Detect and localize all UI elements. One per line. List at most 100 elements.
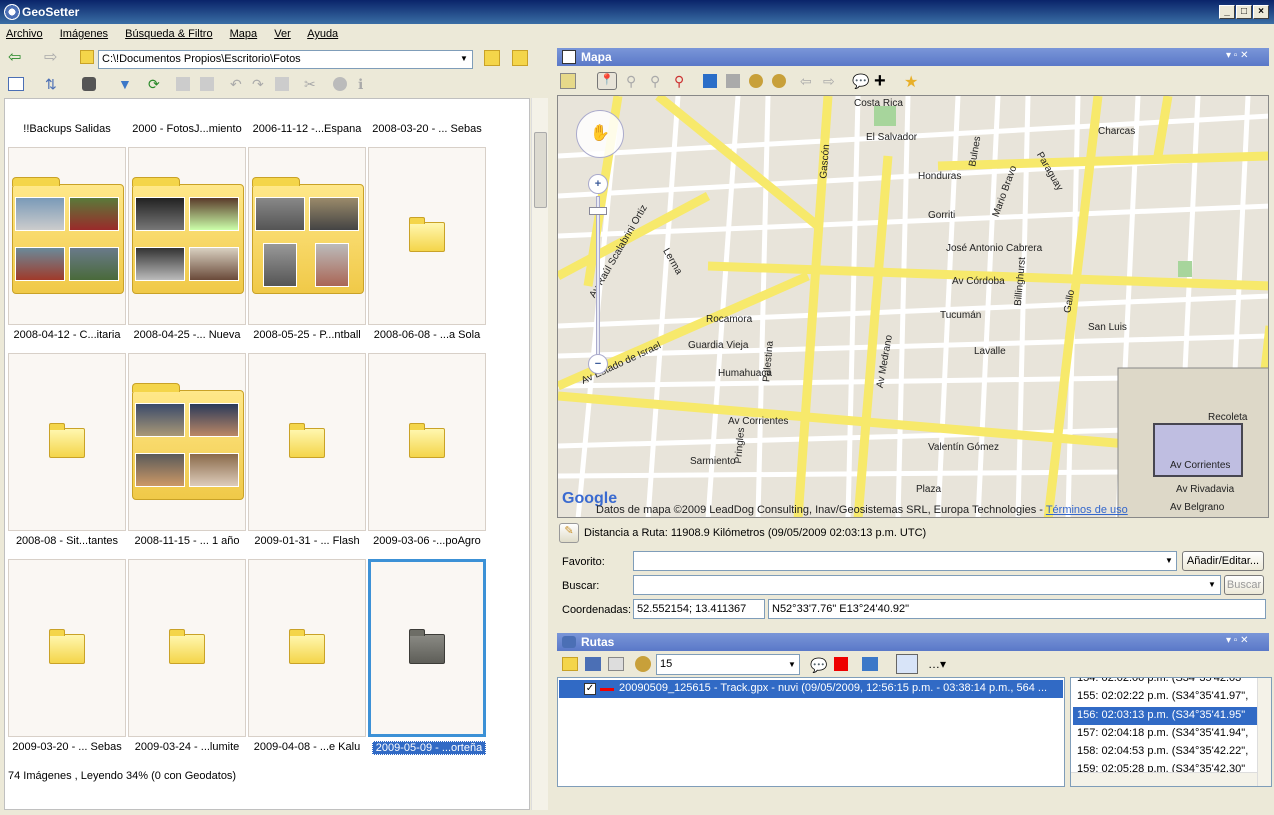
zoom-dropdown-icon[interactable]: ▼ [788, 660, 796, 669]
menu-mapa[interactable]: Mapa [230, 28, 258, 40]
folder-caption[interactable]: 2009-04-08 - ...e Kalu [245, 741, 369, 753]
save-route-icon[interactable] [585, 657, 601, 671]
marker-red-icon[interactable]: ⚲ [674, 73, 684, 90]
search-location-icon[interactable] [749, 74, 763, 88]
prev-arrow-icon[interactable]: ⇦ [800, 73, 812, 90]
folder-caption-selected[interactable]: 2009-05-09 - ...orteña [372, 741, 486, 755]
route-checkbox[interactable]: ✓ [584, 683, 596, 695]
cut-icon[interactable]: ✂ [304, 77, 318, 91]
stop-record-icon[interactable] [834, 657, 848, 671]
zoom-slider-thumb[interactable] [589, 207, 607, 215]
new-folder-icon[interactable] [512, 50, 528, 66]
comment-icon[interactable]: 💬 [810, 657, 827, 674]
menu-imagenes[interactable]: Imágenes [60, 28, 108, 40]
folder-thumbnail[interactable] [248, 147, 366, 325]
info-icon[interactable]: ℹ [358, 77, 364, 91]
tag-gray-icon[interactable] [726, 74, 740, 88]
folder-caption[interactable]: 2009-01-31 - ... Flash [245, 535, 369, 547]
zoom-route-icon[interactable] [635, 656, 651, 672]
folder-caption[interactable]: 2008-04-25 -... Nueva [125, 329, 249, 341]
open-route-icon[interactable] [562, 657, 578, 671]
path-input[interactable]: C:\!Documentos Propios\Escritorio\Fotos [98, 50, 473, 69]
folder-caption[interactable]: 2008-11-15 - ... 1 año [125, 535, 249, 547]
thumbnail-scrollbar[interactable] [531, 98, 548, 810]
split-view-icon[interactable] [896, 654, 918, 674]
folder-caption[interactable]: 2009-03-20 - ... Sebas [5, 741, 129, 753]
pan-control-icon[interactable]: ✋ [576, 110, 624, 158]
forward-arrow-icon[interactable]: ⇨ [44, 50, 60, 66]
track-point[interactable]: 154: 02:02:00 p.m. (S34°35'42.03" [1073, 678, 1257, 688]
track-point[interactable]: 157: 02:04:18 p.m. (S34°35'41.94", [1073, 725, 1257, 743]
back-arrow-icon[interactable]: ⇦ [8, 50, 24, 66]
save-icon[interactable] [275, 77, 289, 91]
route-action-icon[interactable] [862, 657, 878, 671]
path-dropdown-icon[interactable]: ▼ [460, 54, 468, 63]
folder-thumbnail[interactable] [128, 353, 246, 531]
favorito-dropdown-icon[interactable]: ▼ [1165, 556, 1173, 565]
map-view[interactable]: Costa Rica El Salvador Honduras Gorriti … [557, 95, 1269, 518]
marker-gray-icon[interactable]: ⚲ [626, 73, 636, 90]
route-settings-icon[interactable] [608, 657, 624, 671]
refresh-icon[interactable]: ⟳ [148, 77, 162, 91]
menu-ver[interactable]: Ver [274, 28, 291, 40]
minimize-button[interactable]: _ [1219, 5, 1235, 19]
folder-thumbnail[interactable] [8, 353, 126, 531]
folder-thumbnail[interactable] [368, 147, 486, 325]
pencil-icon[interactable]: ✎ [559, 523, 579, 543]
terms-link[interactable]: Términos de uso [1046, 504, 1128, 516]
search-button[interactable]: Buscar [1224, 575, 1264, 595]
scroll-thumb[interactable] [534, 132, 547, 208]
folder-thumbnail-selected[interactable] [368, 559, 486, 737]
folder-caption[interactable]: 2009-03-24 - ...lumite [125, 741, 249, 753]
redo-icon[interactable]: ↷ [252, 77, 266, 91]
more-options-icon[interactable]: …▾ [928, 657, 946, 671]
folder-caption[interactable]: 2000 - FotosJ...miento [125, 123, 249, 135]
favorito-select[interactable] [633, 551, 1177, 571]
panel-menu-icon[interactable]: ▾ ▫ ✕ [1226, 50, 1249, 61]
menu-archivo[interactable]: Archivo [6, 28, 43, 40]
points-hscrollbar[interactable] [1071, 772, 1257, 786]
crosshair-icon[interactable]: + [874, 70, 886, 93]
zoom-level-select[interactable]: 15 [656, 654, 800, 675]
folder-caption[interactable]: 2008-06-08 - ...a Sola [365, 329, 489, 341]
folder-thumbnail[interactable] [368, 353, 486, 531]
buscar-dropdown-icon[interactable]: ▼ [1208, 580, 1216, 589]
folder-thumbnail[interactable] [248, 353, 366, 531]
menu-busqueda[interactable]: Búsqueda & Filtro [125, 28, 212, 40]
marker-gray-icon[interactable]: ⚲ [650, 73, 660, 90]
folder-caption[interactable]: 2008-03-20 - ... Sebas [365, 123, 489, 135]
folder-caption[interactable]: 2008-04-12 - C...itaria [5, 329, 129, 341]
zoom-in-button[interactable]: + [588, 174, 608, 194]
copy-data-icon[interactable] [200, 77, 214, 91]
folder-thumbnail[interactable] [128, 559, 246, 737]
folder-caption[interactable]: 2009-03-06 -...poAgro [365, 535, 489, 547]
panel-menu-icon[interactable]: ▾ ▫ ✕ [1226, 635, 1249, 646]
map-type-icon[interactable] [560, 73, 576, 89]
folder-thumbnail[interactable] [248, 559, 366, 737]
comment-icon[interactable]: 💬 [852, 73, 869, 90]
add-edit-button[interactable]: Añadir/Editar... [1182, 551, 1264, 571]
folder-thumbnail[interactable] [8, 147, 126, 325]
folder-caption[interactable]: 2008-05-25 - P...ntball [245, 329, 369, 341]
tag-icon[interactable] [703, 74, 717, 88]
close-button[interactable]: × [1253, 5, 1269, 19]
sort-icon[interactable]: ⇅ [45, 77, 61, 91]
buscar-input[interactable] [633, 575, 1221, 595]
set-position-icon[interactable]: 📍 [597, 72, 617, 90]
filter-icon[interactable]: ▼ [118, 77, 132, 91]
folder-caption[interactable]: !!Backups Salidas [5, 123, 129, 135]
track-point[interactable]: 155: 02:02:22 p.m. (S34°35'41.97", [1073, 688, 1257, 706]
folder-caption[interactable]: 2006-11-12 -...Espana [245, 123, 369, 135]
coords-decimal-field[interactable]: 52.552154; 13.411367 [633, 599, 765, 619]
globe-icon[interactable] [333, 77, 347, 91]
coords-dms-field[interactable]: N52°33'7.76" E13°24'40.92" [768, 599, 1266, 619]
track-point-selected[interactable]: 156: 02:03:13 p.m. (S34°35'41.95" [1073, 707, 1257, 725]
points-scrollbar[interactable] [1257, 678, 1271, 786]
menu-ayuda[interactable]: Ayuda [307, 28, 338, 40]
zoom-slider[interactable] [596, 196, 600, 356]
track-point[interactable]: 158: 02:04:53 p.m. (S34°35'42.22", [1073, 743, 1257, 761]
zoom-location-icon[interactable] [772, 74, 786, 88]
favorite-star-icon[interactable]: ★ [904, 72, 918, 92]
undo-icon[interactable]: ↶ [230, 77, 244, 91]
folder-up-icon[interactable] [80, 50, 94, 64]
